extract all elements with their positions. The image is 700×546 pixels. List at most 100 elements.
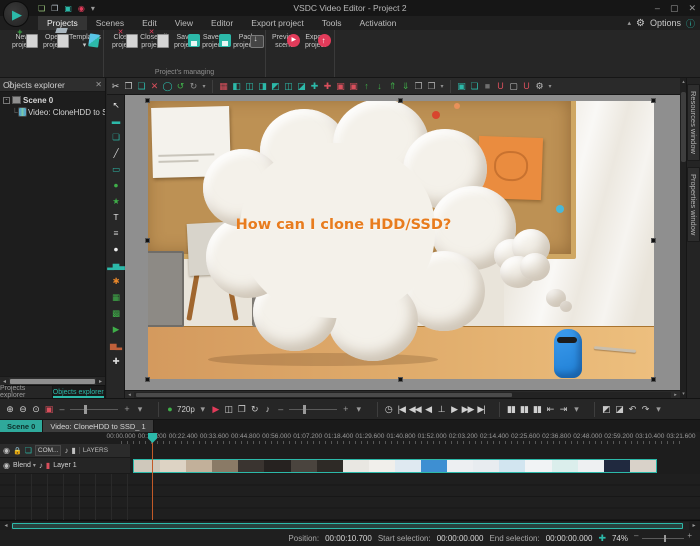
dock-tab[interactable]: Properties window: [687, 167, 700, 242]
quality-dot-icon[interactable]: ●: [163, 402, 176, 417]
paste-object-icon[interactable]: ❐: [412, 80, 425, 93]
next-scene-icon[interactable]: ◫: [222, 402, 235, 417]
underline-red-icon[interactable]: U: [494, 80, 507, 93]
send-back-icon[interactable]: ⇓: [399, 80, 412, 93]
animation-tool-icon[interactable]: ✱: [108, 273, 124, 289]
cut-icon[interactable]: ✂: [109, 80, 122, 93]
separator[interactable]: [146, 402, 159, 417]
explorer-tab[interactable]: Projects explorer: [0, 386, 53, 398]
align-bottom-icon[interactable]: ◪: [295, 80, 308, 93]
pin-icon[interactable]: ⚲: [7, 80, 13, 89]
zoom-fit-icon[interactable]: ⊙: [29, 402, 42, 417]
align-right-icon[interactable]: ◨: [256, 80, 269, 93]
tree-item-video[interactable]: └ Video: CloneHDD to SSD_: [3, 106, 105, 118]
visibility-icon[interactable]: ◉: [3, 446, 10, 455]
resize-handle-sw[interactable]: [145, 377, 150, 382]
scroll-right-icon[interactable]: ▸: [671, 392, 680, 398]
resize-handle-n[interactable]: [398, 98, 403, 103]
options-button[interactable]: Options: [650, 18, 681, 28]
pause-start-icon[interactable]: ▮▮: [504, 402, 517, 417]
menu-tab[interactable]: Edit: [133, 16, 166, 30]
menu-tab[interactable]: Activation: [351, 16, 406, 30]
trim-end-icon[interactable]: ◪: [612, 402, 625, 417]
fit-width-icon[interactable]: ▣: [334, 80, 347, 93]
align-left-icon[interactable]: ◧: [230, 80, 243, 93]
separator[interactable]: [582, 402, 595, 417]
tree-item-scene[interactable]: - Scene 0: [3, 94, 105, 106]
rectangle-tool-icon[interactable]: ▭: [108, 161, 124, 177]
copy-icon[interactable]: ❐: [122, 80, 135, 93]
curve-back-icon[interactable]: ↶: [625, 402, 638, 417]
bring-front-icon[interactable]: ⇑: [386, 80, 399, 93]
audio-icon[interactable]: ♪: [64, 446, 68, 455]
close-panel-icon[interactable]: ✕: [95, 80, 102, 89]
layer-film-icon[interactable]: ▮: [46, 461, 50, 470]
close-all-projects-button[interactable]: Close all projects: [138, 32, 169, 50]
pointer-tool-icon[interactable]: ↖: [108, 97, 124, 113]
underline-dot-icon[interactable]: U: [520, 80, 533, 93]
scroll-up-icon[interactable]: ▴: [680, 79, 687, 85]
trim-start-icon[interactable]: ◩: [599, 402, 612, 417]
redo-menu-icon[interactable]: ▾: [200, 80, 208, 93]
shape-tool-icon[interactable]: ★: [108, 193, 124, 209]
paste-menu-icon[interactable]: ▾: [438, 80, 446, 93]
separator[interactable]: [208, 80, 213, 93]
separator[interactable]: [365, 402, 378, 417]
composition-button[interactable]: COM...: [35, 445, 62, 456]
layers-icon[interactable]: ❏: [25, 446, 32, 455]
scroll-left-icon[interactable]: ◂: [1, 522, 11, 529]
align-center-icon[interactable]: ◫: [243, 80, 256, 93]
curve-forward-icon[interactable]: ↷: [638, 402, 651, 417]
lock-icon[interactable]: 🔒: [13, 447, 22, 455]
zoom-plus-icon[interactable]: +: [120, 402, 133, 417]
subtitles-tool-icon[interactable]: ≡: [108, 225, 124, 241]
menu-tab[interactable]: Tools: [313, 16, 351, 30]
scroll-down-icon[interactable]: ▾: [680, 391, 687, 397]
edit-menu-icon[interactable]: ▾: [651, 402, 664, 417]
maximize-button[interactable]: ▢: [670, 3, 679, 14]
chart-tool-icon[interactable]: ▂▅▃: [108, 257, 124, 273]
preview-scene-button[interactable]: Preview scene: [269, 32, 300, 50]
undo-icon[interactable]: ↺: [174, 80, 187, 93]
close-project-button[interactable]: Close project: [107, 32, 138, 50]
pause-mid-icon[interactable]: ▮▮: [517, 402, 530, 417]
attach-object-icon[interactable]: ❏: [468, 80, 481, 93]
video-tool-icon[interactable]: ▶: [108, 321, 124, 337]
close-button[interactable]: ✕: [688, 3, 696, 14]
center-vertical-icon[interactable]: ✚: [321, 80, 334, 93]
save-as-project-button[interactable]: Save as project...: [200, 32, 231, 50]
save-project-button[interactable]: Save project: [169, 32, 200, 50]
prev-object-icon[interactable]: ◀◀: [408, 402, 422, 417]
timeline-zoom-slider[interactable]: [68, 402, 120, 417]
gear-icon[interactable]: ⚙: [636, 18, 645, 29]
slideshow-tool-icon[interactable]: ▩: [108, 305, 124, 321]
sprite-tool-icon[interactable]: ▬: [108, 113, 124, 129]
templates-button[interactable]: Templates ▾: [69, 32, 100, 50]
film-icon[interactable]: ▮: [71, 446, 75, 455]
deselect-icon[interactable]: ◯: [161, 80, 174, 93]
zoom-minus-icon[interactable]: –: [55, 402, 68, 417]
volume-menu-icon[interactable]: ▾: [352, 402, 365, 417]
explorer-horizontal-scrollbar[interactable]: ◂ ▸: [0, 376, 105, 385]
next-object-icon[interactable]: ▶▶: [461, 402, 475, 417]
scene-snapshot-icon[interactable]: ▣: [42, 402, 55, 417]
prev-frame-icon[interactable]: ◀: [422, 402, 435, 417]
info-icon[interactable]: ⓘ: [686, 17, 695, 30]
menu-tab[interactable]: Scenes: [87, 16, 133, 30]
export-project-button[interactable]: Export project: [300, 32, 331, 50]
clock-icon[interactable]: ◷: [382, 402, 395, 417]
duplicate-tool-icon[interactable]: ❏: [108, 129, 124, 145]
resize-handle-se[interactable]: [651, 377, 656, 382]
go-start-icon[interactable]: |◀: [395, 402, 408, 417]
go-end-icon[interactable]: ▶|: [474, 402, 487, 417]
paste-icon[interactable]: ❑: [135, 80, 148, 93]
pan-mode-icon[interactable]: ✚: [598, 533, 606, 544]
scroll-left-icon[interactable]: ◂: [125, 392, 134, 398]
timeline-empty-tracks[interactable]: [0, 474, 700, 520]
menu-tab[interactable]: Export project: [242, 16, 312, 30]
separator[interactable]: [446, 80, 451, 93]
canvas-horizontal-scrollbar[interactable]: ◂ ▸: [125, 390, 680, 398]
align-middle-icon[interactable]: ◫: [282, 80, 295, 93]
line-tool-icon[interactable]: ╱: [108, 145, 124, 161]
zoom-slider[interactable]: –+: [634, 533, 692, 543]
